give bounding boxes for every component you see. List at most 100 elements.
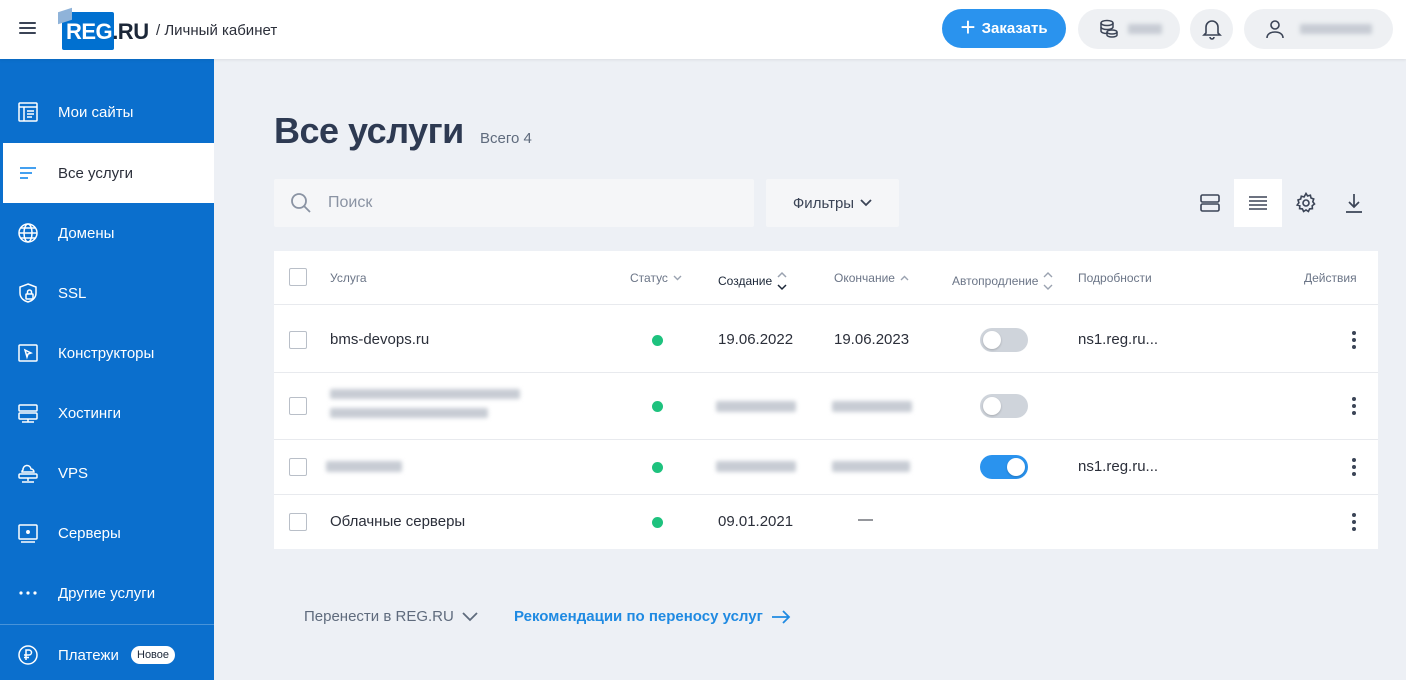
autorenew-toggle[interactable] — [980, 455, 1028, 479]
bell-icon — [1201, 20, 1222, 40]
menu-icon[interactable] — [18, 20, 38, 36]
sidebar-item-constructors[interactable]: Конструкторы — [0, 323, 214, 383]
services-table: Услуга Статус Создание Окончание Автопро… — [274, 251, 1378, 549]
transfer-recommendations-link[interactable]: Рекомендации по переносу услуг — [514, 608, 791, 625]
constructor-icon — [18, 344, 38, 362]
column-autorenew[interactable]: Автопродление — [952, 271, 1053, 291]
table-row[interactable]: ns1.reg.ru... — [274, 440, 1378, 495]
plus-icon: + — [960, 12, 976, 42]
globe-icon — [18, 223, 38, 243]
download-icon — [1346, 194, 1362, 213]
transfer-dropdown[interactable]: Перенести в REG.RU — [304, 608, 478, 625]
row-checkbox[interactable] — [289, 513, 307, 531]
sidebar-item-my-sites[interactable]: Мои сайты — [0, 82, 214, 142]
card-view-icon — [1200, 194, 1220, 212]
table-row[interactable]: bms-devops.ru 19.06.2022 19.06.2023 ns1.… — [274, 306, 1378, 373]
notifications-button[interactable] — [1190, 9, 1233, 49]
row-checkbox[interactable] — [289, 397, 307, 415]
details-text: ns1.reg.ru... — [1078, 458, 1159, 475]
balance-button[interactable] — [1078, 9, 1180, 49]
top-bar: REG.RU / Личный кабинет + Заказать — [0, 0, 1406, 59]
sidebar-item-servers[interactable]: Серверы — [0, 503, 214, 563]
sidebar: Мои сайты Все услуги Домены SSL Конструк… — [0, 59, 214, 680]
status-active-indicator — [652, 462, 663, 473]
column-expires[interactable]: Окончание — [834, 271, 909, 285]
settings-button[interactable] — [1282, 179, 1330, 227]
status-active-indicator — [652, 335, 663, 346]
more-actions-icon[interactable] — [1344, 396, 1364, 416]
service-name-redacted — [330, 389, 520, 399]
sidebar-item-ssl[interactable]: SSL — [0, 263, 214, 323]
row-checkbox[interactable] — [289, 331, 307, 349]
service-name[interactable]: bms-devops.ru — [330, 331, 429, 348]
expires-date-redacted — [832, 461, 910, 472]
details-text: ns1.reg.ru... — [1078, 331, 1159, 348]
server-icon — [18, 524, 38, 543]
expires-date-redacted — [832, 401, 912, 412]
sidebar-item-all-services[interactable]: Все услуги — [0, 143, 214, 203]
sort-icon — [1043, 272, 1053, 290]
created-date: 09.01.2021 — [718, 513, 794, 530]
shield-lock-icon — [19, 283, 37, 303]
column-service[interactable]: Услуга — [330, 271, 367, 285]
cloud-server-icon — [18, 464, 38, 483]
user-icon — [1266, 20, 1284, 39]
coins-icon — [1100, 19, 1118, 38]
service-name-redacted — [330, 408, 488, 418]
arrow-right-icon — [771, 609, 791, 624]
hosting-icon — [18, 404, 38, 423]
more-actions-icon[interactable] — [1344, 330, 1364, 350]
chevron-up-icon — [900, 275, 909, 281]
table-header: Услуга Статус Создание Окончание Автопро… — [274, 251, 1378, 305]
expires-date: 19.06.2023 — [834, 331, 910, 348]
sidebar-item-payments[interactable]: Платежи Новое — [0, 625, 214, 680]
status-active-indicator — [652, 517, 663, 528]
select-all-checkbox[interactable] — [289, 268, 307, 286]
column-actions: Действия — [1304, 271, 1357, 285]
card-view-button[interactable] — [1186, 179, 1234, 227]
search-input[interactable] — [328, 179, 738, 227]
more-actions-icon[interactable] — [1344, 457, 1364, 477]
chevron-down-icon — [462, 611, 478, 621]
sidebar-item-hosting[interactable]: Хостинги — [0, 383, 214, 443]
chevron-down-icon — [673, 275, 682, 281]
order-button[interactable]: + Заказать — [942, 9, 1066, 48]
search-box[interactable] — [274, 179, 754, 227]
ruble-icon — [18, 645, 38, 665]
status-active-indicator — [652, 401, 663, 412]
autorenew-toggle[interactable] — [980, 394, 1028, 418]
balance-value — [1128, 24, 1162, 34]
more-actions-icon[interactable] — [1344, 512, 1364, 532]
expires-date: — — [858, 511, 873, 528]
download-button[interactable] — [1330, 179, 1378, 227]
table-row[interactable] — [274, 373, 1378, 440]
row-checkbox[interactable] — [289, 458, 307, 476]
service-name[interactable]: Облачные серверы — [330, 513, 465, 530]
list-view-icon — [1249, 196, 1267, 210]
column-details: Подробности — [1078, 271, 1152, 285]
service-name-redacted — [326, 461, 402, 472]
sidebar-item-other-services[interactable]: Другие услуги — [0, 563, 214, 623]
sort-desc-icon — [777, 271, 787, 291]
breadcrumb[interactable]: / Личный кабинет — [156, 22, 277, 39]
autorenew-toggle[interactable] — [980, 328, 1028, 352]
sidebar-item-vps[interactable]: VPS — [0, 443, 214, 503]
list-view-button[interactable] — [1234, 179, 1282, 227]
user-name — [1300, 24, 1372, 34]
column-created[interactable]: Создание — [718, 271, 787, 291]
dots-icon — [19, 591, 37, 595]
column-status[interactable]: Статус — [630, 271, 682, 285]
filters-button[interactable]: Фильтры — [766, 179, 899, 227]
chevron-down-icon — [860, 199, 872, 207]
list-icon — [20, 167, 36, 179]
total-count: Всего 4 — [480, 130, 532, 147]
created-date: 19.06.2022 — [718, 331, 794, 348]
website-icon — [18, 102, 38, 122]
page-title: Все услуги — [274, 110, 464, 151]
reg-ru-logo[interactable]: REG.RU — [58, 10, 150, 50]
new-badge: Новое — [131, 646, 176, 664]
user-menu[interactable] — [1244, 9, 1393, 49]
sidebar-item-domains[interactable]: Домены — [0, 203, 214, 263]
table-row[interactable]: Облачные серверы 09.01.2021 — — [274, 495, 1378, 549]
created-date-redacted — [716, 461, 796, 472]
